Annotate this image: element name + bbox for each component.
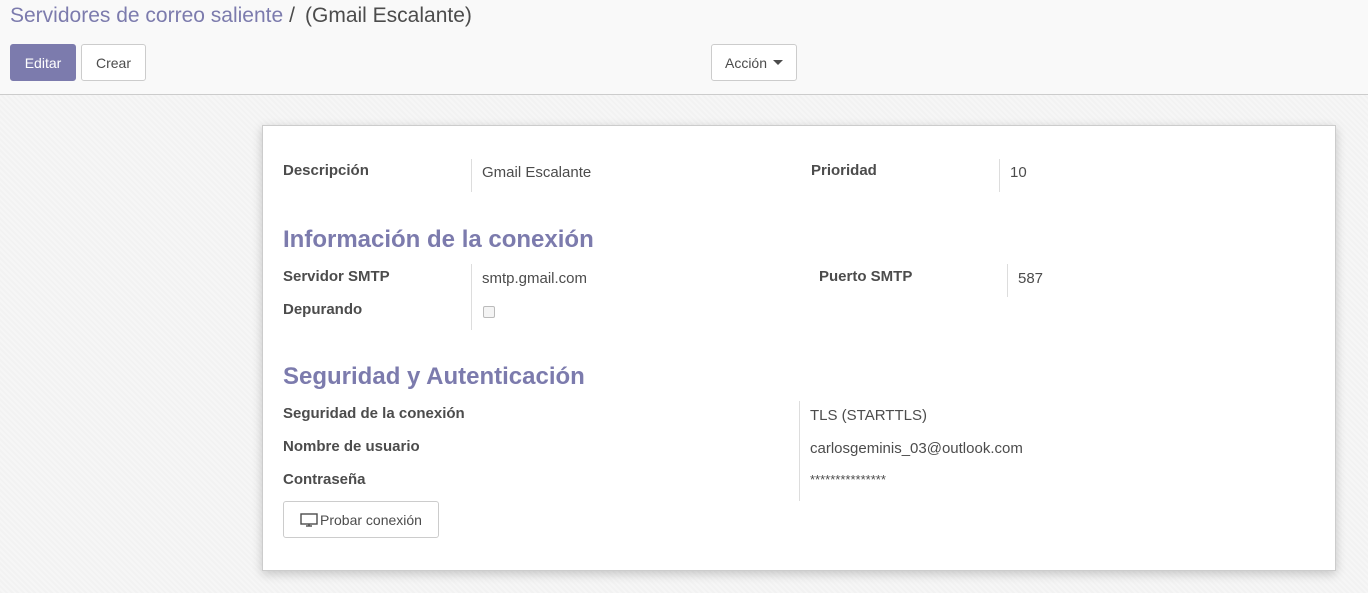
breadcrumb-separator: /: [289, 4, 295, 27]
field-divider: [471, 264, 472, 330]
connection-security-field[interactable]: TLS (STARTTLS): [810, 407, 927, 424]
smtp-port-label: Puerto SMTP: [819, 268, 913, 285]
debugging-label: Depurando: [283, 301, 363, 318]
create-button-label: Crear: [95, 54, 131, 71]
field-divider: [999, 159, 1000, 192]
priority-field[interactable]: 10: [1010, 164, 1027, 181]
password-field[interactable]: ***************: [810, 472, 886, 487]
security-section-title: Seguridad y Autenticación: [283, 363, 585, 390]
field-divider: [1007, 264, 1008, 297]
field-divider: [799, 401, 800, 501]
edit-button-label: Editar: [24, 54, 62, 71]
connection-section-title: Información de la conexión: [283, 226, 594, 253]
smtp-port-field[interactable]: 587: [1018, 270, 1043, 287]
username-label: Nombre de usuario: [283, 438, 420, 455]
create-button[interactable]: Crear: [81, 44, 146, 81]
debugging-checkbox[interactable]: [483, 306, 495, 318]
breadcrumb-current: (Gmail Escalante): [305, 4, 472, 27]
breadcrumb-parent-link[interactable]: Servidores de correo saliente: [10, 4, 283, 27]
test-connection-label: Probar conexión: [320, 511, 422, 528]
connection-security-label: Seguridad de la conexión: [283, 405, 465, 422]
action-dropdown-button[interactable]: Acción: [711, 44, 797, 81]
username-field[interactable]: carlosgeminis_03@outlook.com: [810, 440, 1023, 457]
form-sheet: Descripción Gmail Escalante Prioridad 10…: [262, 125, 1336, 571]
edit-button[interactable]: Editar: [10, 44, 76, 81]
password-label: Contraseña: [283, 471, 366, 488]
smtp-server-label: Servidor SMTP: [283, 268, 390, 285]
control-panel: Servidores de correo saliente / (Gmail Esc…: [0, 0, 1368, 95]
description-field[interactable]: Gmail Escalante: [482, 164, 591, 181]
smtp-server-field[interactable]: smtp.gmail.com: [482, 270, 587, 287]
breadcrumb: Servidores de correo saliente / (Gmail Esc…: [10, 4, 472, 28]
action-button-label: Acción: [724, 54, 768, 71]
test-connection-button[interactable]: Probar conexión: [283, 501, 439, 538]
field-divider: [471, 159, 472, 192]
priority-label: Prioridad: [811, 162, 877, 179]
caret-down-icon: [773, 60, 784, 65]
monitor-icon: [300, 512, 318, 527]
description-label: Descripción: [283, 162, 369, 179]
